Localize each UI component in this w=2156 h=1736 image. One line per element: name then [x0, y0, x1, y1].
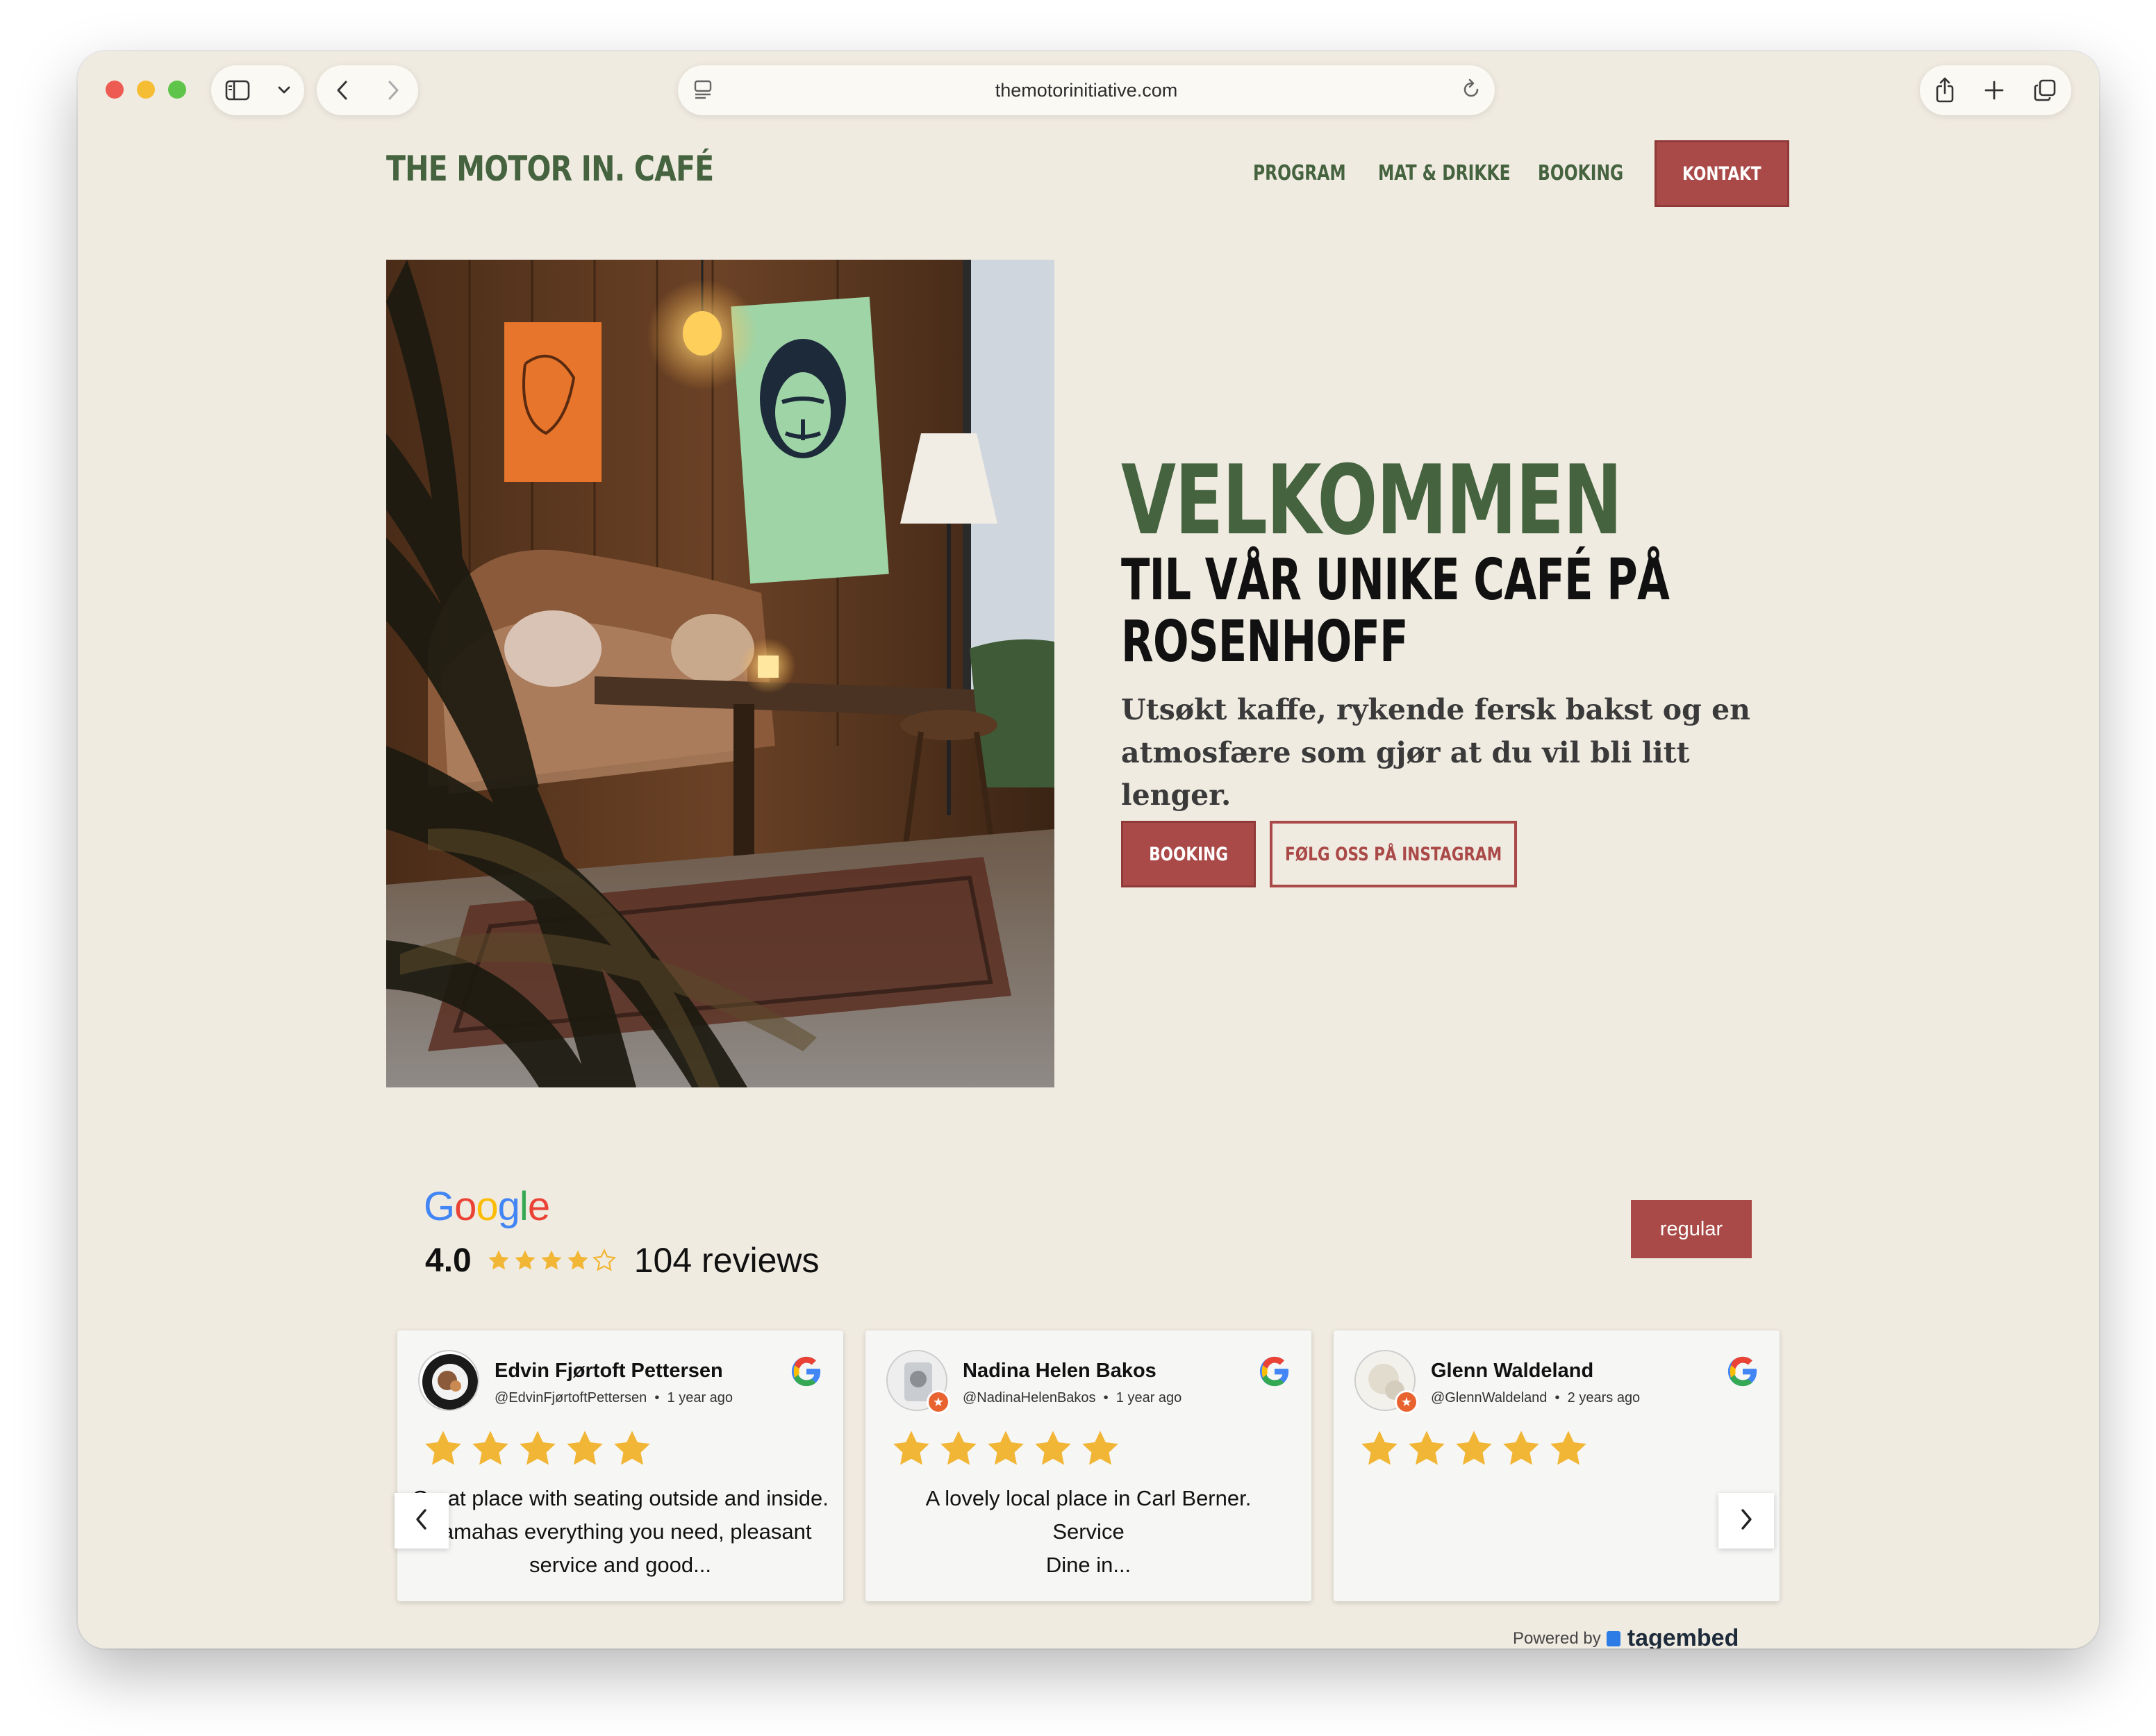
star-filled-icon — [1503, 1430, 1539, 1465]
review-stars — [422, 1428, 658, 1469]
forward-icon[interactable] — [385, 79, 401, 101]
site-logo[interactable]: THE MOTOR IN. CAFÉ — [386, 149, 714, 189]
reload-icon[interactable] — [1460, 78, 1482, 101]
nav-program[interactable]: PROGRAM — [1253, 161, 1346, 185]
nav-kontakt-label: KONTAKT — [1682, 162, 1761, 185]
hero-cafe-photo — [386, 260, 1054, 1087]
rating-value: 4.0 — [425, 1242, 472, 1279]
star-filled-icon — [893, 1430, 929, 1465]
reviewer-name: Glenn Waldeland — [1431, 1360, 1594, 1382]
google-g-icon — [790, 1355, 822, 1391]
powered-by[interactable]: Powered by tagembed — [1513, 1625, 1739, 1649]
star-filled-icon — [425, 1430, 461, 1465]
rating-stars — [487, 1249, 619, 1272]
reviewer-name: Nadina Helen Bakos — [963, 1360, 1156, 1382]
address-bar[interactable]: themotorinitiative.com — [678, 65, 1495, 115]
minimize-window-button[interactable] — [137, 81, 155, 99]
google-g-icon — [1259, 1355, 1291, 1391]
tab-overview-icon[interactable] — [2033, 78, 2057, 102]
powered-by-brand: tagembed — [1627, 1625, 1739, 1649]
star-filled-icon — [1456, 1430, 1492, 1465]
star-filled-icon — [1550, 1430, 1586, 1465]
review-meta: @EdvinFjørtoftPettersen • 1 year ago — [495, 1390, 733, 1405]
review-text-line: Dine in... — [1045, 1553, 1131, 1577]
review-time: 2 years ago — [1567, 1390, 1641, 1405]
zoom-window-button[interactable] — [168, 81, 186, 99]
url-text: themotorinitiative.com — [995, 79, 1178, 101]
review-meta: @GlennWaldeland • 2 years ago — [1431, 1390, 1641, 1405]
star-filled-icon — [988, 1430, 1024, 1465]
hero-title: VELKOMMEN — [1121, 444, 1623, 556]
nav-mat-drikke[interactable]: MAT & DRIKKE — [1378, 161, 1511, 185]
powered-by-label: Powered by — [1513, 1628, 1601, 1648]
page-menu-icon[interactable] — [693, 79, 713, 100]
review-time: 1 year ago — [667, 1390, 733, 1405]
star-filled-icon — [940, 1430, 977, 1465]
browser-window: themotorinitiative.com THE MOTOR IN. CAF… — [78, 51, 2099, 1649]
review-time: 1 year ago — [1116, 1390, 1182, 1405]
hero-lead: Utsøkt kaffe, rykende fersk bakst og en … — [1121, 693, 1750, 812]
sidebar-icon — [225, 80, 250, 101]
booking-button[interactable]: BOOKING — [1121, 821, 1256, 887]
browser-actions — [1920, 65, 2071, 115]
review-card[interactable]: Edvin Fjørtoft Pettersen @EdvinFjørtoftP… — [397, 1330, 843, 1601]
hero-subtitle-line2: ROSENHOFF — [1121, 608, 1409, 675]
star-filled-icon — [541, 1250, 562, 1270]
star-filled-icon — [567, 1430, 603, 1465]
star-filled-icon — [515, 1250, 536, 1270]
new-tab-icon[interactable] — [1984, 80, 2005, 101]
reviewer-handle: @EdvinFjørtoftPettersen — [495, 1390, 647, 1405]
chevron-right-icon — [1739, 1508, 1754, 1535]
close-window-button[interactable] — [106, 81, 124, 99]
star-filled-icon — [567, 1250, 588, 1270]
regular-filter-button[interactable]: regular — [1631, 1200, 1752, 1258]
review-card[interactable]: ★ Nadina Helen Bakos @NadinaHelenBakos •… — [865, 1330, 1311, 1601]
reviewer-handle: @NadinaHelenBakos — [963, 1390, 1096, 1405]
hero-subtitle-line1: TIL VÅR UNIKE CAFÉ PÅ — [1121, 547, 1670, 613]
star-filled-icon — [1082, 1430, 1118, 1465]
review-count: 104 reviews — [633, 1241, 820, 1280]
carousel-next-button[interactable] — [1718, 1493, 1774, 1549]
tagembed-logo-icon — [1606, 1630, 1620, 1646]
review-text: A lovely local place in Carl Berner. Ser… — [879, 1482, 1297, 1582]
share-icon[interactable] — [1934, 76, 1955, 104]
booking-button-label: BOOKING — [1149, 843, 1228, 865]
review-text: Great place with seating outside and ins… — [412, 1486, 829, 1577]
hero-subtitle: TIL VÅR UNIKE CAFÉ PÅ ROSENHOFF — [1121, 547, 1670, 675]
google-logo: Google — [424, 1184, 550, 1229]
review-text-line: A lovely local place in Carl Berner. — [925, 1486, 1252, 1510]
reviewer-name: Edvin Fjørtoft Pettersen — [495, 1360, 723, 1382]
sidebar-toggle-button[interactable] — [211, 65, 304, 115]
carousel-prev-button[interactable] — [395, 1493, 449, 1549]
star-filled-icon — [520, 1430, 556, 1465]
review-stars — [890, 1428, 1127, 1469]
instagram-button[interactable]: FØLG OSS PÅ INSTAGRAM — [1270, 821, 1517, 887]
chevron-left-icon — [414, 1508, 429, 1535]
browser-toolbar: themotorinitiative.com — [78, 51, 2099, 129]
back-icon[interactable] — [335, 79, 350, 101]
star-filled-icon — [472, 1430, 508, 1465]
review-card[interactable]: ★ Glenn Waldeland @GlennWaldeland • 2 ye… — [1334, 1330, 1780, 1601]
star-filled-icon — [1035, 1430, 1071, 1465]
star-filled-icon — [1409, 1430, 1445, 1465]
star-empty-icon — [592, 1249, 616, 1271]
local-guide-badge-icon: ★ — [1395, 1390, 1418, 1414]
reviewer-handle: @GlennWaldeland — [1431, 1390, 1548, 1405]
avatar — [418, 1350, 479, 1411]
nav-booking[interactable]: BOOKING — [1538, 161, 1623, 185]
local-guide-badge-icon: ★ — [927, 1390, 950, 1414]
review-meta: @NadinaHelenBakos • 1 year ago — [963, 1390, 1182, 1405]
instagram-button-label: FØLG OSS PÅ INSTAGRAM — [1284, 843, 1502, 865]
star-filled-icon — [488, 1250, 509, 1270]
nav-kontakt-button[interactable]: KONTAKT — [1655, 140, 1789, 207]
review-stars — [1359, 1428, 1595, 1469]
star-filled-icon — [1361, 1430, 1398, 1465]
rating-summary: 4.0 104 reviews — [425, 1236, 820, 1285]
google-g-icon — [1727, 1355, 1759, 1391]
chevron-down-icon[interactable] — [277, 85, 291, 95]
review-text-line: Service — [1052, 1519, 1125, 1544]
star-filled-icon — [614, 1430, 650, 1465]
history-nav — [317, 65, 418, 115]
